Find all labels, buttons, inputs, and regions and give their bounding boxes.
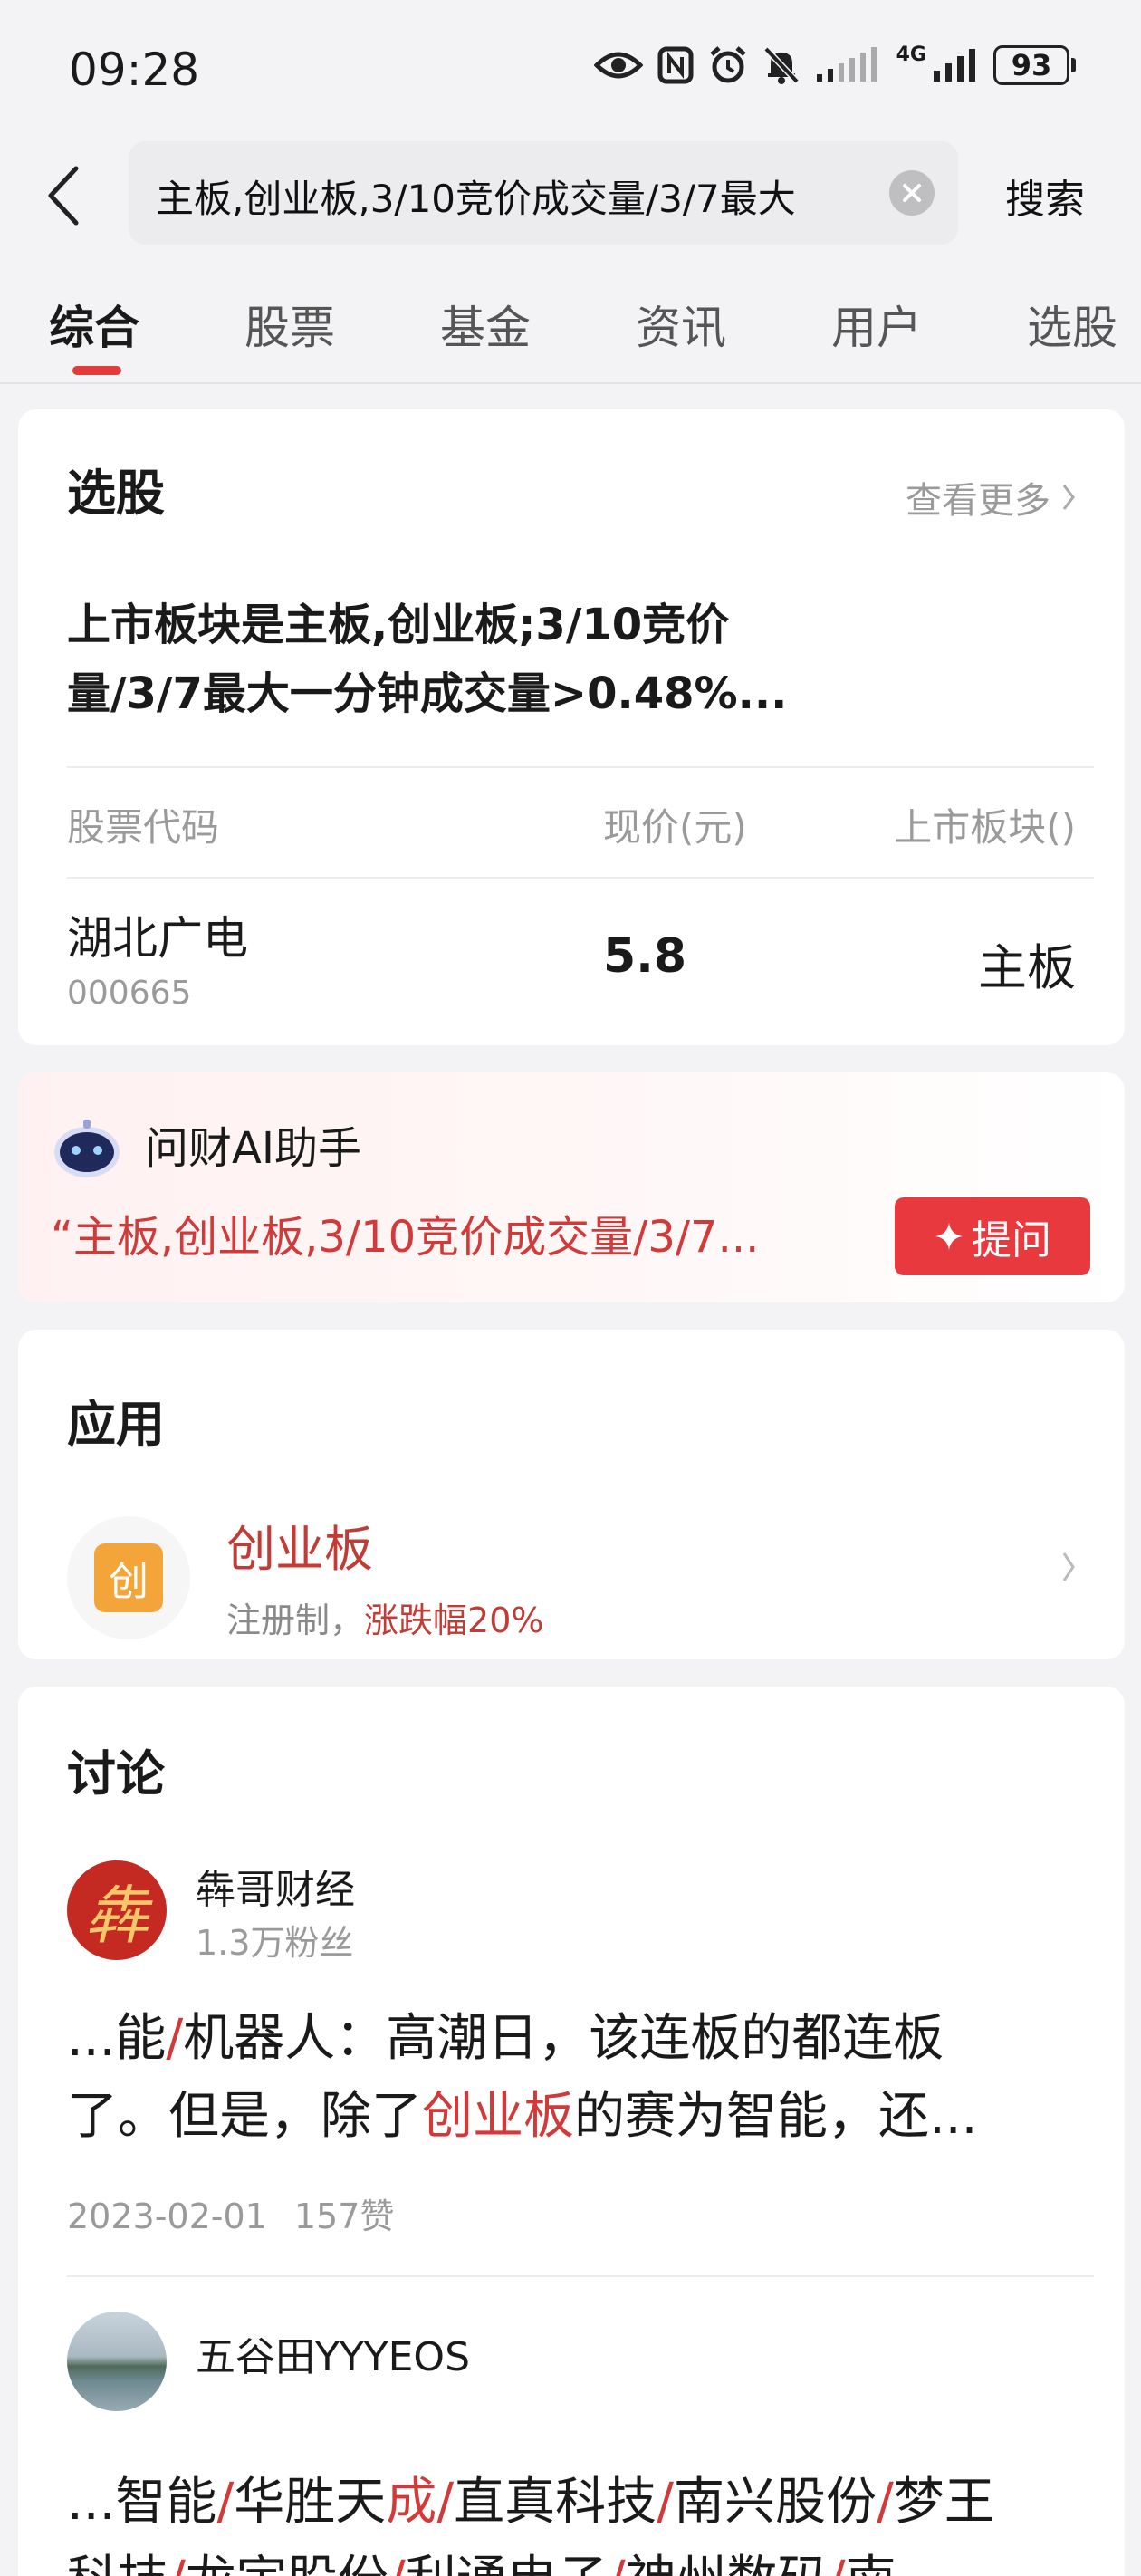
- post-excerpt: ...智能/华胜天成/直真科技/南兴股份/梦王 科技/龙宇股份/利通电子/神州数…: [67, 2464, 1099, 2576]
- robot-icon: [54, 1120, 120, 1177]
- category-tabs: 综合 股票 基金 资讯 用户 选股: [0, 283, 1141, 384]
- battery-indicator: 93: [993, 45, 1076, 85]
- search-input-value: 主板,创业板,3/10竞价成交量/3/7最大: [156, 177, 796, 221]
- back-button[interactable]: [27, 159, 100, 232]
- app-description: 注册制，涨跌幅20%: [226, 1592, 543, 1642]
- app-name: 创业板: [226, 1521, 373, 1578]
- app-icon-container: 创: [67, 1516, 190, 1639]
- nfc-icon: [657, 46, 694, 84]
- query-condition[interactable]: 上市板块是主板,创业板;3/10竞价 量/3/7最大一分钟成交量>0.48%..…: [67, 591, 1072, 728]
- ai-assistant-card: 问财AI助手 “主板,创业板,3/10竞价成交量/3/7... 提问: [18, 1072, 1125, 1302]
- tab-news[interactable]: 资讯: [636, 292, 726, 357]
- ai-assistant-title: 问财AI助手: [145, 1123, 361, 1174]
- sparkle-icon: [935, 1223, 963, 1250]
- signal-icon-1: [816, 47, 877, 82]
- author-fans: 1.3万粉丝: [196, 1923, 354, 1963]
- column-header-price: 现价(元): [603, 805, 747, 850]
- post-meta: 2023-02-01 157赞: [67, 2188, 394, 2238]
- applications-card: 应用 创 创业板 注册制，涨跌幅20%: [18, 1330, 1125, 1659]
- ai-suggested-query[interactable]: “主板,创业板,3/10竞价成交量/3/7...: [51, 1201, 857, 1264]
- discussion-title: 讨论: [67, 1745, 165, 1802]
- chinext-icon: 创: [94, 1543, 163, 1612]
- tab-stocks[interactable]: 股票: [244, 292, 335, 357]
- column-header-code: 股票代码: [67, 805, 220, 850]
- stock-board: 主板: [978, 939, 1076, 996]
- divider: [67, 766, 1094, 768]
- tab-comprehensive[interactable]: 综合: [49, 292, 139, 357]
- tab-funds[interactable]: 基金: [440, 292, 531, 357]
- view-more-link[interactable]: 查看更多: [906, 471, 1076, 524]
- close-icon: [903, 184, 921, 202]
- stock-picker-card: 选股 查看更多 上市板块是主板,创业板;3/10竞价 量/3/7最大一分钟成交量…: [18, 409, 1125, 1045]
- back-arrow-icon: [48, 166, 79, 226]
- search-button[interactable]: 搜索: [1005, 167, 1085, 225]
- chevron-right-icon: [1062, 1552, 1075, 1581]
- signal-icon-2: [934, 49, 975, 82]
- status-icons: 4G 93: [593, 43, 1076, 85]
- stock-code: 000665: [67, 975, 192, 1012]
- query-line-1: 上市板块是主板,创业板;3/10竞价: [67, 600, 730, 650]
- discussion-card: 讨论 犇 犇哥财经 1.3万粉丝 ...能/机器人：高潮日，该连板的都连板 了。…: [18, 1687, 1125, 2576]
- post-excerpt: ...能/机器人：高潮日，该连板的都连板 了。但是，除了创业板的赛为智能，还..…: [67, 2000, 1099, 2156]
- post-line-2: 了。但是，除了创业板的赛为智能，还...: [67, 2087, 978, 2146]
- app-desc-prefix: 注册制，: [226, 1600, 365, 1640]
- query-line-2: 量/3/7最大一分钟成交量>0.48%...: [67, 668, 788, 719]
- search-input[interactable]: 主板,创业板,3/10竞价成交量/3/7最大: [129, 141, 958, 245]
- alarm-icon: [709, 46, 746, 83]
- applications-title: 应用: [67, 1396, 165, 1453]
- avatar[interactable]: 犇: [67, 1860, 167, 1960]
- clear-search-button[interactable]: [889, 170, 935, 216]
- divider: [67, 2275, 1094, 2277]
- column-header-board: 上市板块(): [894, 805, 1076, 850]
- post-line-1: ...能/机器人：高潮日，该连板的都连板: [67, 2009, 944, 2068]
- view-more-label: 查看更多: [906, 480, 1050, 522]
- post-likes: 157赞: [293, 2196, 395, 2236]
- stock-picker-title: 选股: [67, 465, 165, 522]
- ask-button[interactable]: 提问: [895, 1197, 1090, 1275]
- stock-name: 湖北广电: [67, 912, 248, 965]
- mute-bell-icon: [763, 46, 800, 84]
- author-name[interactable]: 五谷田YYYEOS: [196, 2324, 470, 2382]
- tab-users[interactable]: 用户: [831, 292, 922, 357]
- status-bar: 09:28 4G 93: [0, 0, 1141, 145]
- stock-price: 5.8: [603, 929, 687, 984]
- post-date: 2023-02-01: [67, 2196, 267, 2236]
- eye-icon: [593, 52, 643, 79]
- divider: [67, 877, 1094, 879]
- battery-level: 93: [1011, 48, 1052, 82]
- app-desc-highlight: 涨跌幅20%: [364, 1600, 544, 1640]
- avatar[interactable]: [67, 2312, 167, 2411]
- chevron-right-icon: [1062, 485, 1075, 510]
- author-name[interactable]: 犇哥财经: [196, 1857, 355, 1915]
- tab-stock-picker[interactable]: 选股: [1027, 292, 1117, 357]
- network-type: 4G: [896, 43, 926, 66]
- avatar-glyph: 犇: [85, 1878, 149, 1953]
- active-tab-indicator: [72, 366, 121, 375]
- ask-button-label: 提问: [972, 1217, 1051, 1264]
- post-line-2: 科技/龙宇股份/利通电子/神州数码/南: [67, 2542, 1099, 2576]
- status-time: 09:28: [69, 43, 200, 96]
- post-line-1: ...智能/华胜天成/直真科技/南兴股份/梦王: [67, 2473, 995, 2532]
